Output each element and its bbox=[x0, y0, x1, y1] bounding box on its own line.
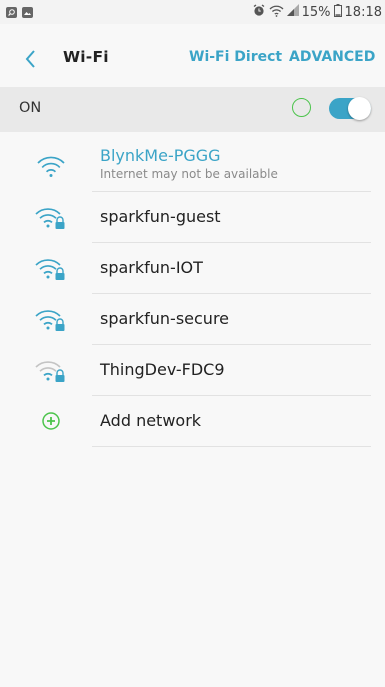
wifi-toggle[interactable] bbox=[329, 97, 371, 120]
wifi-icon bbox=[269, 4, 284, 21]
divider bbox=[92, 446, 371, 447]
network-row-blynkme-pggg[interactable]: BlynkMe-PGGG Internet may not be availab… bbox=[0, 141, 385, 192]
network-list: BlynkMe-PGGG Internet may not be availab… bbox=[0, 141, 385, 447]
battery-icon bbox=[333, 3, 342, 21]
network-ssid: sparkfun-IOT bbox=[100, 258, 203, 277]
network-ssid: sparkfun-secure bbox=[100, 309, 230, 328]
plus-circle-icon bbox=[35, 409, 67, 435]
wifi-secured-icon bbox=[35, 205, 67, 231]
add-network-label: Add network bbox=[100, 411, 202, 430]
wifi-master-switch-row[interactable]: ON bbox=[0, 87, 385, 132]
network-status: Internet may not be available bbox=[100, 167, 278, 181]
alarm-icon bbox=[252, 3, 266, 21]
image-icon bbox=[22, 6, 33, 18]
chevron-left-icon bbox=[25, 50, 35, 68]
status-ring-icon[interactable] bbox=[292, 98, 311, 117]
signal-icon bbox=[286, 4, 299, 20]
wifi-secured-weak-icon bbox=[35, 358, 67, 384]
wifi-state-label: ON bbox=[19, 100, 42, 116]
wifi-direct-button[interactable]: Wi-Fi Direct bbox=[189, 49, 282, 65]
status-bar: 15% 18:18 bbox=[0, 0, 385, 24]
search-icon bbox=[6, 6, 17, 18]
network-ssid: sparkfun-guest bbox=[100, 207, 221, 226]
wifi-secured-icon bbox=[35, 256, 67, 282]
network-ssid: ThingDev-FDC9 bbox=[100, 360, 225, 379]
network-row-thingdev-fdc9[interactable]: ThingDev-FDC9 bbox=[0, 345, 385, 396]
battery-percent: 15% bbox=[301, 4, 331, 20]
network-ssid: BlynkMe-PGGG bbox=[100, 146, 221, 165]
advanced-button[interactable]: ADVANCED bbox=[289, 49, 375, 65]
header-bar: Wi-Fi Wi-Fi Direct ADVANCED bbox=[0, 24, 385, 94]
network-row-sparkfun-iot[interactable]: sparkfun-IOT bbox=[0, 243, 385, 294]
wifi-secured-icon bbox=[35, 307, 67, 333]
add-network-button[interactable]: Add network bbox=[0, 396, 385, 447]
network-row-sparkfun-guest[interactable]: sparkfun-guest bbox=[0, 192, 385, 243]
wifi-signal-full-icon bbox=[35, 154, 67, 180]
clock: 18:18 bbox=[344, 4, 382, 20]
network-row-sparkfun-secure[interactable]: sparkfun-secure bbox=[0, 294, 385, 345]
page-title: Wi-Fi bbox=[63, 48, 109, 66]
toggle-knob bbox=[348, 97, 371, 120]
back-button[interactable] bbox=[22, 48, 42, 70]
